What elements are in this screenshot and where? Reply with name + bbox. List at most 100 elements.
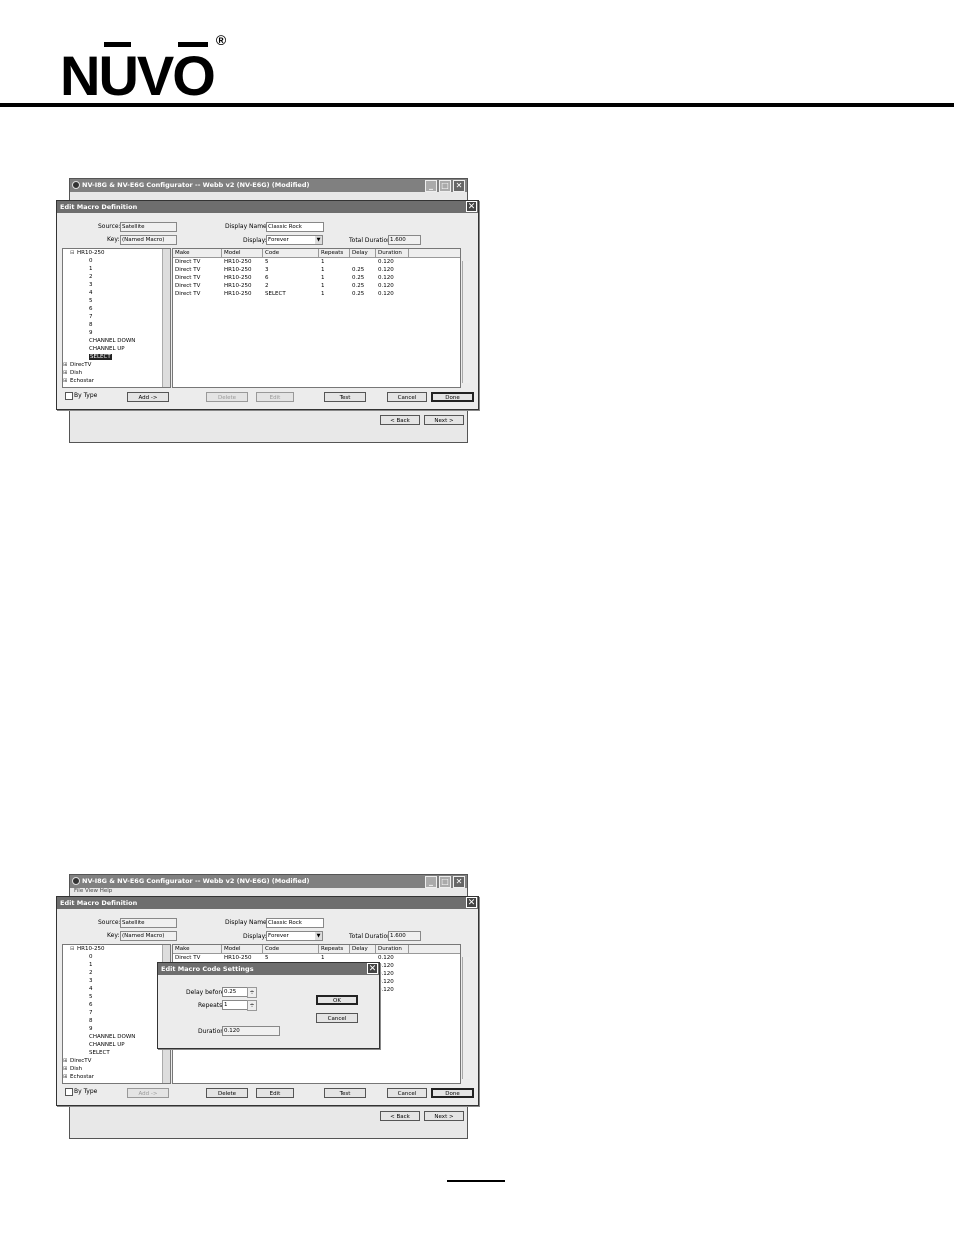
minimize-icon[interactable]: _ [425, 180, 437, 192]
done-button[interactable]: Done [431, 392, 474, 402]
maximize-icon[interactable]: □ [439, 180, 451, 192]
tree-item[interactable]: 8 [89, 322, 93, 328]
cancel-button[interactable]: Cancel [387, 1088, 427, 1098]
display-select[interactable]: Forever ▼ [266, 235, 323, 245]
subdialog-cancel-button[interactable]: Cancel [316, 1013, 358, 1023]
by-type-checkbox[interactable] [65, 392, 73, 400]
display-name-input[interactable]: Classic Rock [266, 918, 324, 928]
grid-column-header[interactable]: Repeats [319, 945, 350, 953]
tree-item[interactable]: Dish [70, 370, 82, 376]
ok-button[interactable]: OK [316, 995, 358, 1005]
tree-expand-icon[interactable]: ⊞ [63, 1074, 68, 1080]
repeats-input[interactable]: 1 [222, 1000, 249, 1010]
tree-item[interactable]: 6 [89, 1002, 93, 1008]
tree-scrollbar[interactable] [162, 249, 170, 387]
grid-column-header[interactable]: Model [222, 249, 263, 257]
tree-expand-icon[interactable]: ⊞ [63, 370, 68, 376]
tree-item[interactable]: Dish [70, 1066, 82, 1072]
table-row[interactable]: Direct TV HR10-250 3 1 0.25 0.120 [173, 267, 460, 275]
menu-bar[interactable]: File View Help [74, 888, 112, 894]
dialog-close-icon[interactable]: ✕ [466, 897, 477, 908]
subdialog-close-icon[interactable]: ✕ [367, 963, 378, 974]
tree-item[interactable]: 2 [89, 970, 93, 976]
delete-button[interactable]: Delete [206, 392, 248, 402]
next-button[interactable]: Next > [424, 415, 464, 425]
tree-expand-icon[interactable]: ⊞ [63, 378, 68, 384]
tree-item[interactable]: 5 [89, 298, 93, 304]
grid-column-header[interactable]: Make [173, 945, 222, 953]
chevron-down-icon[interactable]: ▼ [315, 932, 322, 940]
tree-item[interactable]: 2 [89, 274, 93, 280]
tree-item[interactable]: CHANNEL UP [89, 346, 125, 352]
display-name-input[interactable]: Classic Rock [266, 222, 324, 232]
delay-stepper-icon[interactable]: ÷ [247, 987, 257, 998]
tree-item[interactable]: 4 [89, 290, 93, 296]
dialog-close-icon[interactable]: ✕ [466, 201, 477, 212]
tree-item[interactable]: 9 [89, 330, 93, 336]
tree-item[interactable]: 1 [89, 266, 93, 272]
done-button[interactable]: Done [431, 1088, 474, 1098]
repeats-stepper-icon[interactable]: ÷ [247, 1000, 257, 1011]
add-button[interactable]: Add -> [127, 392, 169, 402]
tree-item[interactable]: CHANNEL DOWN [89, 338, 135, 344]
tree-item[interactable]: SELECT [89, 1050, 110, 1056]
tree-item[interactable]: SELECT [89, 354, 112, 360]
tree-item[interactable]: 9 [89, 1026, 93, 1032]
tree-item[interactable]: Echostar [70, 1074, 94, 1080]
next-button[interactable]: Next > [424, 1111, 464, 1121]
grid-column-header[interactable]: Make [173, 249, 222, 257]
grid-scrollbar[interactable] [462, 261, 470, 383]
tree-item[interactable]: 7 [89, 314, 93, 320]
delay-input[interactable]: 0.25 [222, 987, 249, 997]
tree-expand-icon[interactable]: ⊞ [63, 1066, 68, 1072]
tree-item[interactable]: 4 [89, 986, 93, 992]
tree-item[interactable]: HR10-250 [77, 946, 104, 952]
maximize-icon[interactable]: □ [439, 876, 451, 888]
tree-item[interactable]: DirecTV [70, 1058, 91, 1064]
close-icon[interactable]: ✕ [453, 180, 465, 192]
tree-expand-icon[interactable]: ⊞ [63, 362, 68, 368]
grid-column-header[interactable]: Model [222, 945, 263, 953]
chevron-down-icon[interactable]: ▼ [315, 236, 322, 244]
tree-item[interactable]: 1 [89, 962, 93, 968]
cancel-button[interactable]: Cancel [387, 392, 427, 402]
grid-column-header[interactable]: Delay [350, 945, 376, 953]
grid-column-header[interactable]: Duration [376, 249, 409, 257]
grid-column-header[interactable]: Repeats [319, 249, 350, 257]
close-icon[interactable]: ✕ [453, 876, 465, 888]
tree-item[interactable]: 0 [89, 258, 93, 264]
tree-expand-icon[interactable]: ⊞ [63, 1058, 68, 1064]
delete-button[interactable]: Delete [206, 1088, 248, 1098]
grid-column-header[interactable]: Delay [350, 249, 376, 257]
tree-item[interactable]: 5 [89, 994, 93, 1000]
by-type-checkbox[interactable] [65, 1088, 73, 1096]
table-row[interactable]: Direct TV HR10-250 2 1 0.25 0.120 [173, 283, 460, 291]
minimize-icon[interactable]: _ [425, 876, 437, 888]
back-button[interactable]: < Back [380, 415, 420, 425]
add-button[interactable]: Add -> [127, 1088, 169, 1098]
table-row[interactable]: Direct TV HR10-250 SELECT 1 0.25 0.120 [173, 291, 460, 299]
edit-button[interactable]: Edit [256, 392, 294, 402]
test-button[interactable]: Test [324, 1088, 366, 1098]
tree-item[interactable]: 3 [89, 978, 93, 984]
tree-item[interactable]: 6 [89, 306, 93, 312]
back-button[interactable]: < Back [380, 1111, 420, 1121]
tree-item[interactable]: 0 [89, 954, 93, 960]
tree-expand-icon[interactable]: ⊟ [70, 250, 75, 256]
grid-scrollbar[interactable] [462, 957, 470, 1079]
tree-item[interactable]: Echostar [70, 378, 94, 384]
tree-item[interactable]: 8 [89, 1018, 93, 1024]
tree-item[interactable]: 7 [89, 1010, 93, 1016]
edit-button[interactable]: Edit [256, 1088, 294, 1098]
display-select[interactable]: Forever ▼ [266, 931, 323, 941]
test-button[interactable]: Test [324, 392, 366, 402]
grid-column-header[interactable]: Code [263, 249, 319, 257]
table-row[interactable]: Direct TV HR10-250 6 1 0.25 0.120 [173, 275, 460, 283]
tree-item[interactable]: DirecTV [70, 362, 91, 368]
tree-item[interactable]: 3 [89, 282, 93, 288]
grid-column-header[interactable]: Duration [376, 945, 409, 953]
table-row[interactable]: Direct TV HR10-250 5 1 0.120 [173, 259, 460, 267]
tree-expand-icon[interactable]: ⊟ [70, 946, 75, 952]
tree-item[interactable]: CHANNEL UP [89, 1042, 125, 1048]
tree-item[interactable]: HR10-250 [77, 250, 104, 256]
